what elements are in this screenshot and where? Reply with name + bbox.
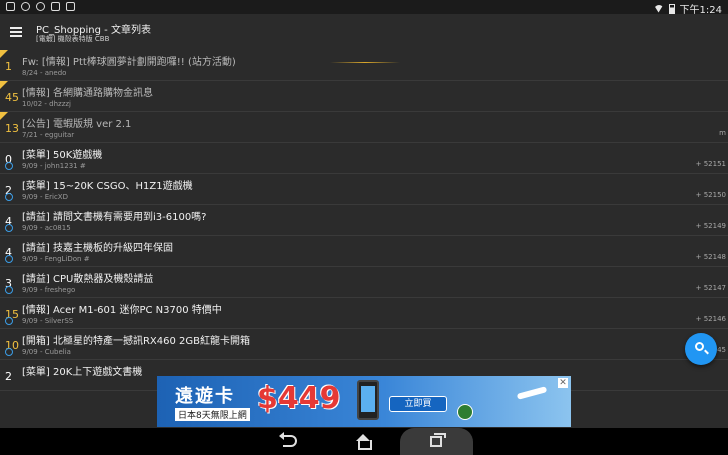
article-meta: 9/09 - john1231 # [22,162,86,170]
wifi-icon [653,4,664,13]
pin-marker-icon [0,81,8,89]
push-count: 2 [5,370,12,383]
ad-buy-button[interactable]: 立即買 [389,396,447,412]
unread-ring-icon [5,224,13,232]
unread-ring-icon [5,162,13,170]
article-number: + 52150 [695,191,726,199]
push-count: 45 [5,91,19,104]
article-title: [情報] 各網購通路購物金訊息 [22,88,153,99]
article-meta: 9/09 - freshego [22,286,76,294]
article-title: [菜單] 15~20K CSGO、H1Z1遊戲機 [22,181,193,192]
push-count: 1 [5,60,12,73]
article-number: 45 [717,346,726,354]
status-bar: 下午1:24 [0,0,728,16]
search-icon [695,342,704,351]
unread-ring-icon [5,193,13,201]
notification-icon [66,2,75,11]
recent-apps-icon [430,433,446,447]
ad-price: $449 [257,381,341,416]
ad-banner[interactable]: 遠遊卡 日本8天無限上網 $449 立即買 ✕ [157,376,571,427]
battery-icon [668,3,675,14]
airplane-icon [516,386,548,400]
article-meta: 9/09 - FengLiDon # [22,255,90,263]
menu-icon[interactable] [10,27,22,37]
app-bar: PC_Shopping - 文章列表 [電蝦] 機殼表特版 CBB [0,14,728,63]
notification-icon [51,2,60,11]
article-meta: 9/09 - Cubelia [22,348,71,356]
pin-marker-icon [0,112,8,120]
article-title: [開箱] 北極星的特產一撼訊RX460 2GB紅龍卡開箱 [22,336,251,347]
article-meta: 9/09 - EricXD [22,193,68,201]
navigation-bar [0,428,728,455]
article-row[interactable]: 15 [情報] Acer M1-601 迷你PC N3700 特價中 9/09 … [0,298,728,329]
ad-title: 遠遊卡 [175,386,235,407]
article-list: 1 Fw: [情報] Ptt棒球圓夢計劃開跑囉!! (站方活動) 8/24 - … [0,50,728,391]
article-meta: 8/24 - anedo [22,69,67,77]
recent-apps-button[interactable] [400,428,473,455]
pin-marker-icon [0,50,8,58]
article-title: [公告] 電蝦版規 ver 2.1 [22,119,132,130]
board-subtitle: [電蝦] 機殼表特版 CBB [36,35,110,43]
article-title: [請益] CPU散熱器及機殼請益 [22,274,154,285]
notification-icon [36,2,45,11]
article-meta: 9/09 - ac0815 [22,224,71,232]
article-row[interactable]: 4 [請益] 技嘉主機板的升級四年保固 9/09 - FengLiDon # +… [0,236,728,267]
notification-icons [6,2,75,11]
article-number: + 52151 [695,160,726,168]
article-number: + 52149 [695,222,726,230]
unread-ring-icon [5,348,13,356]
unread-ring-icon [5,255,13,263]
article-row[interactable]: 2 [菜單] 15~20K CSGO、H1Z1遊戲機 9/09 - EricXD… [0,174,728,205]
article-row[interactable]: 3 [請益] CPU散熱器及機殼請益 9/09 - freshego + 521… [0,267,728,298]
article-meta: 7/21 - egguitar [22,131,75,139]
article-row[interactable]: 0 [菜單] 50K遊戲機 9/09 - john1231 # + 52151 [0,143,728,174]
search-button[interactable] [685,333,717,365]
article-meta: 9/09 - SilverSS [22,317,74,325]
ad-close-icon[interactable]: ✕ [558,378,568,388]
article-title: [請益] 技嘉主機板的升級四年保固 [22,243,173,254]
article-title: [情報] Acer M1-601 迷你PC N3700 特價中 [22,305,222,316]
article-row[interactable]: 10 [開箱] 北極星的特產一撼訊RX460 2GB紅龍卡開箱 9/09 - C… [0,329,728,360]
article-row[interactable]: 45 [情報] 各網購通路購物金訊息 10/02 - dhzzzj [0,81,728,112]
article-meta: 10/02 - dhzzzj [22,100,71,108]
article-title: Fw: [情報] Ptt棒球圓夢計劃開跑囉!! (站方活動) [22,57,236,68]
article-row[interactable]: 1 Fw: [情報] Ptt棒球圓夢計劃開跑囉!! (站方活動) 8/24 - … [0,50,728,81]
article-number: + 52147 [695,284,726,292]
article-row[interactable]: 4 [請益] 請問文書機有需要用到i3-6100嗎? 9/09 - ac0815… [0,205,728,236]
article-title: [菜單] 50K遊戲機 [22,150,103,161]
article-row[interactable]: 13 [公告] 電蝦版規 ver 2.1 7/21 - egguitar m [0,112,728,143]
article-title: [菜單] 20K上下遊戲文書機 [22,367,143,378]
notification-icon [21,2,30,11]
back-icon[interactable] [279,432,297,447]
ad-subtitle: 日本8天無限上網 [175,408,250,421]
article-number: + 52146 [695,315,726,323]
article-number: m [719,129,726,137]
notification-icon [6,2,15,11]
globe-icon [457,404,473,420]
push-count: 13 [5,122,19,135]
unread-ring-icon [5,317,13,325]
article-title: [請益] 請問文書機有需要用到i3-6100嗎? [22,212,207,223]
article-number: + 52148 [695,253,726,261]
home-icon[interactable] [356,434,372,450]
phone-icon [357,380,379,420]
unread-ring-icon [5,286,13,294]
